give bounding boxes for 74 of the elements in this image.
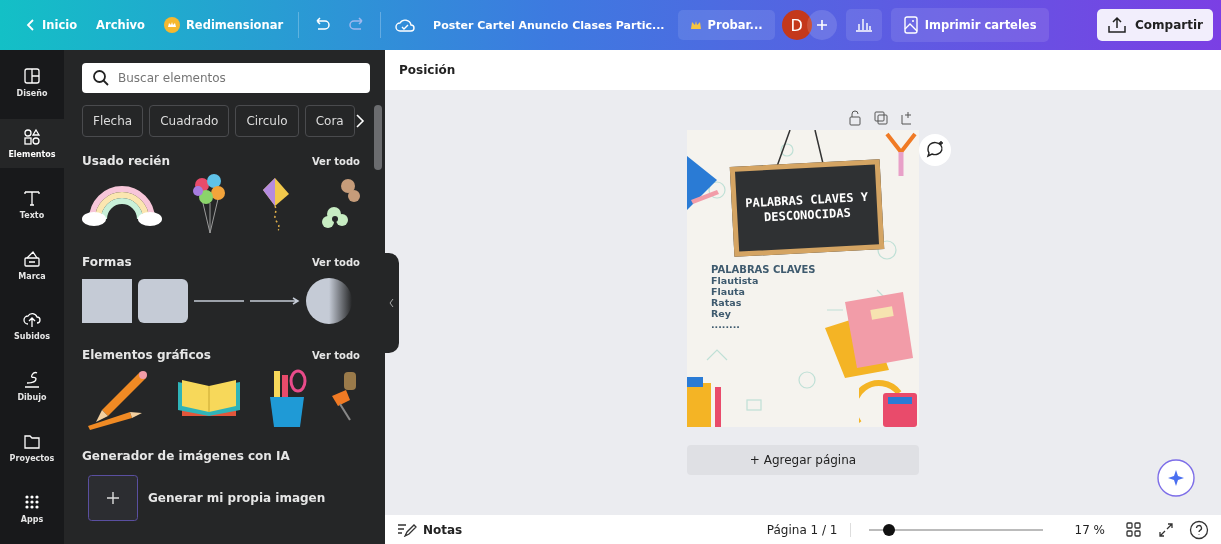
crown-icon: [164, 17, 180, 33]
rail-label: Subidos: [14, 332, 50, 342]
share-icon: [1107, 16, 1128, 34]
cloud-check-icon[interactable]: [394, 17, 417, 33]
rail-tab[interactable]: Subidos: [0, 301, 64, 350]
search-field[interactable]: Buscar elementos: [82, 63, 370, 93]
user-avatar[interactable]: D: [781, 10, 812, 40]
arrow-shape[interactable]: [250, 297, 300, 305]
rail-tab[interactable]: Dibujo: [0, 361, 64, 411]
generate-image-link[interactable]: Generar mi propia imagen: [148, 491, 326, 505]
layout-icon: [22, 66, 42, 87]
section-title: Elementos gráficos: [82, 348, 211, 362]
lock-icon[interactable]: [847, 110, 863, 126]
list-item: Flautista: [711, 275, 760, 286]
duplicate-icon[interactable]: [873, 110, 889, 126]
rail-tab[interactable]: Diseño: [0, 58, 64, 107]
page-indicator[interactable]: Página 1 / 1: [766, 522, 851, 537]
try-pro-button[interactable]: Probar...: [677, 10, 775, 40]
chart-icon[interactable]: [845, 9, 882, 41]
rail-tab[interactable]: Texto: [0, 179, 64, 229]
rail-label: Elementos: [8, 150, 56, 160]
rail-label: Proyectos: [9, 453, 55, 463]
chevron-right-icon[interactable]: [354, 113, 366, 129]
filter-chip[interactable]: Cuadrado: [149, 105, 230, 137]
list-item: Rey: [711, 308, 732, 319]
list-item: Ratas: [711, 297, 743, 308]
rail-tab[interactable]: Apps: [0, 483, 64, 532]
section-title: Generador de imágenes con IA: [82, 449, 290, 463]
filter-chip[interactable]: Flecha: [82, 105, 144, 137]
see-all-link[interactable]: Ver todo: [311, 155, 360, 167]
comment-icon[interactable]: [918, 133, 952, 167]
fullscreen-icon[interactable]: [1157, 520, 1175, 539]
print-button[interactable]: Imprimir carteles: [890, 8, 1049, 42]
section-title: Formas: [82, 255, 132, 269]
image-icon: [902, 16, 919, 34]
search-icon: [92, 69, 110, 87]
document-title[interactable]: Poster Cartel Anuncio Clases Partic...: [433, 18, 665, 32]
list-heading: PALABRAS CLAVES: [711, 264, 816, 275]
line-shape[interactable]: [194, 298, 244, 304]
list-item: ........: [711, 319, 741, 330]
pen-icon: [22, 370, 42, 391]
help-icon[interactable]: [1189, 519, 1209, 540]
add-page-button[interactable]: + Agregar página: [687, 445, 919, 475]
grid-view-icon[interactable]: [1125, 520, 1143, 539]
poster-page[interactable]: PALABRAS CLAVES Y DESCONOCIDAS PALABRAS CLAVES Flautista Flauta Ratas Rey ........: [687, 130, 919, 427]
notes-button[interactable]: Notas: [397, 522, 463, 537]
rail-label: Marca: [18, 271, 46, 281]
rail-tab[interactable]: Proyectos: [0, 422, 64, 472]
see-all-link[interactable]: Ver todo: [311, 256, 360, 268]
add-people-icon[interactable]: [806, 10, 837, 40]
collapse-panel-handle[interactable]: [385, 253, 399, 353]
scrollbar-thumb[interactable]: [374, 105, 382, 170]
filter-chip[interactable]: Cora: [304, 105, 355, 137]
position-button[interactable]: Posición: [399, 63, 456, 77]
crown-icon: [689, 20, 702, 30]
chevron-left-icon: [26, 18, 36, 32]
shapes-icon: [22, 127, 42, 148]
list-item: Flauta: [711, 286, 746, 297]
zoom-thumb[interactable]: [883, 523, 896, 536]
share-button[interactable]: Compartir: [1097, 9, 1213, 41]
zoom-percentage[interactable]: 17 %: [1074, 522, 1105, 537]
section-title: Usado recién: [82, 154, 170, 168]
rail-label: Texto: [19, 210, 45, 220]
rail-label: Apps: [20, 514, 44, 524]
rail-tab[interactable]: Marca: [0, 240, 64, 289]
notes-icon: [397, 522, 417, 537]
poster-title: PALABRAS CLAVES Y DESCONOCIDAS: [743, 189, 870, 227]
rail-label: Dibujo: [17, 393, 47, 403]
sparkle-icon[interactable]: [1157, 459, 1195, 497]
rail-label: Diseño: [16, 89, 48, 99]
calculator-drawing: [859, 377, 919, 427]
rail-tab[interactable]: Elementos: [0, 118, 64, 168]
see-all-link[interactable]: Ver todo: [311, 349, 360, 361]
filter-chip[interactable]: Circulo: [235, 105, 299, 137]
